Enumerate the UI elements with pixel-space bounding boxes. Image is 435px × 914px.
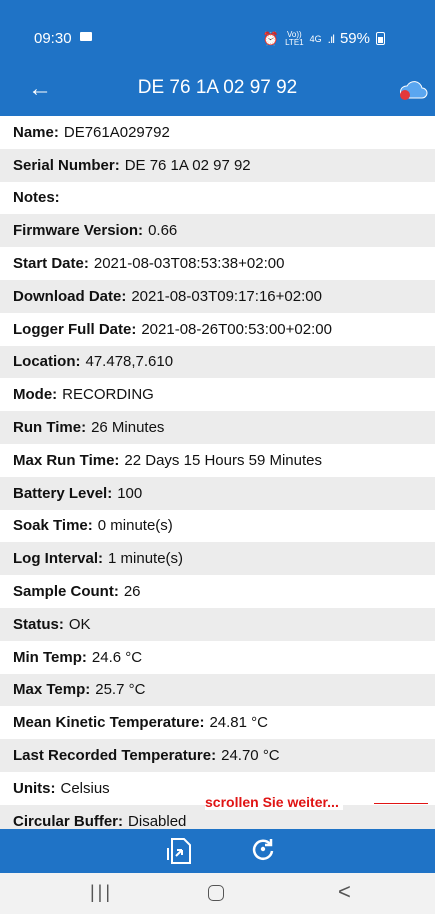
scroll-hint: scrollen Sie weiter... xyxy=(205,794,343,810)
detail-value: OK xyxy=(68,615,91,633)
detail-row: Logger Full Date: 2021-08-26T00:53:00+02:… xyxy=(0,313,435,346)
detail-label: Notes: xyxy=(13,189,60,207)
detail-row: Min Temp: 24.6 °C xyxy=(0,641,435,674)
detail-value: 100 xyxy=(117,484,143,502)
detail-row: Download Date: 2021-08-03T09:17:16+02:00 xyxy=(0,279,435,313)
bottom-toolbar xyxy=(0,829,435,873)
detail-row: Run Time: 26 Minutes xyxy=(0,411,435,444)
detail-value: DE 76 1A 02 97 92 xyxy=(124,156,251,174)
detail-label: Sample Count: xyxy=(13,583,119,601)
detail-row: Battery Level: 100 xyxy=(0,476,435,510)
detail-value: RECORDING xyxy=(62,386,154,404)
network-type: 4G xyxy=(309,33,322,44)
detail-row: Max Run Time: 22 Days 15 Hours 59 Minutes xyxy=(0,444,435,477)
detail-label: Mode: xyxy=(13,386,58,404)
detail-row: Log Interval: 1 minute(s) xyxy=(0,542,435,576)
status-indicators: ⏰ Vo)) LTE1 4G .ıl 59% xyxy=(263,30,385,47)
detail-row: Notes: xyxy=(0,182,435,215)
detail-value: 26 Minutes xyxy=(91,419,165,437)
detail-value: 2021-08-26T00:53:00+02:00 xyxy=(141,320,332,338)
detail-label: Download Date: xyxy=(13,287,127,305)
detail-list[interactable]: Name: DE761A029792 Serial Number: DE 76 1A … xyxy=(0,116,435,829)
recent-apps-icon[interactable]: ||| xyxy=(90,882,113,903)
detail-value: 24.70 °C xyxy=(221,747,280,765)
detail-value: 0 minute(s) xyxy=(97,517,173,535)
detail-row: Soak Time: 0 minute(s) xyxy=(0,510,435,543)
detail-row: Status: OK xyxy=(0,607,435,641)
detail-value: 26 xyxy=(123,583,141,601)
detail-value: 24.6 °C xyxy=(91,648,143,666)
detail-label: Units: xyxy=(13,779,56,797)
detail-value: Disabled xyxy=(128,812,187,829)
app-bar: ← DE 76 1A 02 97 92 xyxy=(0,64,435,116)
detail-label: Serial Number: xyxy=(13,156,120,174)
detail-label: Max Temp: xyxy=(13,681,91,699)
detail-value: 47.478,7.610 xyxy=(85,353,174,371)
detail-row: Mean Kinetic Temperature: 24.81 °C xyxy=(0,706,435,739)
detail-label: Location: xyxy=(13,353,81,371)
detail-row: Firmware Version: 0.66 xyxy=(0,214,435,248)
nav-back-icon[interactable]: < xyxy=(338,879,351,905)
page-title: DE 76 1A 02 97 92 xyxy=(137,77,298,98)
detail-label: Max Run Time: xyxy=(13,451,120,469)
detail-label: Soak Time: xyxy=(13,517,93,535)
detail-row: Name: DE761A029792 xyxy=(0,116,435,149)
detail-value: 2021-08-03T09:17:16+02:00 xyxy=(131,287,322,305)
detail-row: Sample Count: 26 xyxy=(0,575,435,608)
detail-label: Log Interval: xyxy=(13,550,104,568)
detail-label: Name: xyxy=(13,123,59,141)
detail-value: 22 Days 15 Hours 59 Minutes xyxy=(124,451,323,469)
battery-percent: 59% xyxy=(339,30,370,47)
alarm-icon: ⏰ xyxy=(262,30,280,46)
detail-value: Celsius xyxy=(60,779,110,797)
detail-value: 24.81 °C xyxy=(209,714,268,732)
detail-value: DE761A029792 xyxy=(63,123,170,141)
signal-icon: .ıl xyxy=(327,31,335,46)
home-icon[interactable] xyxy=(208,885,224,901)
battery-icon xyxy=(376,32,385,45)
detail-value: 2021-08-03T08:53:38+02:00 xyxy=(93,255,285,273)
detail-row: Max Temp: 25.7 °C xyxy=(0,673,435,707)
export-file-icon[interactable] xyxy=(166,836,194,866)
cloud-icon[interactable] xyxy=(398,78,428,102)
detail-value: 1 minute(s) xyxy=(108,550,184,568)
detail-label: Last Recorded Temperature: xyxy=(13,747,217,765)
detail-label: Status: xyxy=(13,615,64,633)
detail-value: 25.7 °C xyxy=(95,681,146,699)
detail-row: Last Recorded Temperature: 24.70 °C xyxy=(0,739,435,772)
detail-label: Start Date: xyxy=(13,255,89,273)
status-time: 09:30 xyxy=(34,30,72,47)
detail-row: Serial Number: DE 76 1A 02 97 92 xyxy=(0,148,435,182)
detail-label: Run Time: xyxy=(13,419,87,437)
android-nav-bar: ||| < xyxy=(0,873,435,914)
detail-label: Mean Kinetic Temperature: xyxy=(13,714,205,732)
detail-row: Location: 47.478,7.610 xyxy=(0,345,435,379)
status-bar: 09:30 ⏰ Vo)) LTE1 4G .ıl 59% xyxy=(0,0,435,64)
refresh-icon[interactable] xyxy=(250,836,276,862)
scroll-hint-line xyxy=(374,803,428,804)
mail-notification-icon xyxy=(80,32,92,41)
volte-indicator: Vo)) LTE1 xyxy=(285,29,304,47)
detail-row: Start Date: 2021-08-03T08:53:38+02:00 xyxy=(0,247,435,280)
detail-label: Firmware Version: xyxy=(13,222,144,240)
detail-label: Logger Full Date: xyxy=(13,320,137,338)
detail-label: Min Temp: xyxy=(13,648,87,666)
detail-value: 0.66 xyxy=(148,222,178,240)
detail-label: Circular Buffer: xyxy=(13,812,124,829)
detail-row: Mode: RECORDING xyxy=(0,378,435,411)
detail-label: Battery Level: xyxy=(13,484,113,502)
